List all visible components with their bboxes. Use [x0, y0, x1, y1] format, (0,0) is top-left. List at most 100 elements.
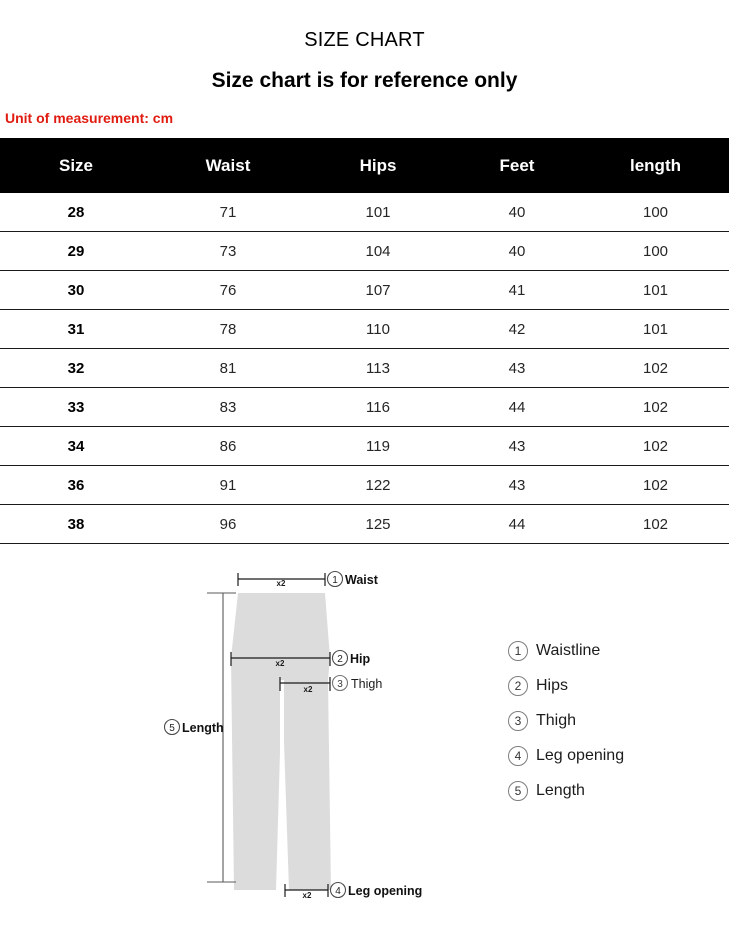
circled-number-3-icon: 3 — [508, 710, 528, 731]
callout-leg-opening: 4 Leg opening — [329, 881, 422, 899]
page-title: SIZE CHART — [304, 29, 425, 51]
circled-number-4-icon: 4 — [508, 745, 528, 766]
cell-feet: 44 — [452, 504, 582, 544]
cell-size: 31 — [0, 309, 152, 349]
cell-hips: 116 — [304, 387, 452, 427]
callout-length: 5 Length — [163, 718, 224, 736]
cell-waist: 81 — [152, 348, 304, 388]
table-row: 33 83 116 44 102 — [0, 387, 729, 427]
svg-text:5: 5 — [169, 723, 175, 734]
cell-hips: 125 — [304, 504, 452, 544]
legend-item-length: 5 Length — [508, 773, 718, 808]
cell-length: 100 — [582, 231, 729, 271]
legend-item-hips: 2 Hips — [508, 668, 718, 703]
svg-text:Leg opening: Leg opening — [348, 884, 422, 898]
cell-size: 32 — [0, 348, 152, 388]
cell-hips: 122 — [304, 465, 452, 505]
leg-opening-multiplier-label: x2 — [303, 891, 312, 900]
legend-item-leg-opening: 4 Leg opening — [508, 738, 718, 773]
table-row: 28 71 101 40 100 — [0, 193, 729, 232]
cell-length: 102 — [582, 465, 729, 505]
legend-item-waistline: 1 Waistline — [508, 633, 718, 668]
cell-feet: 41 — [452, 270, 582, 310]
table-row: 34 86 119 43 102 — [0, 426, 729, 466]
unit-of-measurement-note: Unit of measurement: cm — [5, 110, 174, 126]
column-header-size: Size — [0, 138, 152, 193]
column-header-length: length — [582, 138, 729, 193]
circled-number-5-icon: 5 — [508, 780, 528, 801]
cell-feet: 43 — [452, 465, 582, 505]
legend-item-label: Length — [536, 781, 585, 799]
cell-feet: 40 — [452, 231, 582, 271]
table-header-row: Size Waist Hips Feet length — [0, 138, 729, 193]
table-row: 29 73 104 40 100 — [0, 231, 729, 271]
cell-hips: 107 — [304, 270, 452, 310]
cell-hips: 110 — [304, 309, 452, 349]
cell-waist: 83 — [152, 387, 304, 427]
callout-thigh: 3 Thigh — [331, 674, 382, 692]
circled-number-1-icon: 1 — [508, 640, 528, 661]
cell-waist: 76 — [152, 270, 304, 310]
table-row: 31 78 110 42 101 — [0, 309, 729, 349]
cell-length: 101 — [582, 309, 729, 349]
table-header: Size Waist Hips Feet length — [0, 138, 729, 193]
legend-item-thigh: 3 Thigh — [508, 703, 718, 738]
legend-item-label: Thigh — [536, 711, 577, 729]
cell-size: 34 — [0, 426, 152, 466]
svg-text:Length: Length — [182, 721, 224, 735]
cell-waist: 78 — [152, 309, 304, 349]
legend-item-label: Waistline — [536, 641, 601, 659]
column-header-waist: Waist — [152, 138, 304, 193]
cell-waist: 91 — [152, 465, 304, 505]
measurement-legend: 1 Waistline 2 Hips 3 Thigh 4 Leg opening… — [508, 633, 718, 808]
callout-waist: 1 Waist — [326, 570, 379, 588]
cell-feet: 44 — [452, 387, 582, 427]
callout-hip: 2 Hip — [331, 649, 371, 667]
svg-text:3: 3 — [337, 679, 343, 690]
waist-multiplier-label: x2 — [277, 579, 286, 588]
cell-hips: 119 — [304, 426, 452, 466]
cell-size: 38 — [0, 504, 152, 544]
cell-size: 28 — [0, 193, 152, 232]
table-row: 30 76 107 41 101 — [0, 270, 729, 310]
column-header-hips: Hips — [304, 138, 452, 193]
svg-text:2: 2 — [337, 654, 343, 665]
length-dimension-line — [207, 592, 236, 883]
cell-waist: 71 — [152, 193, 304, 232]
cell-size: 30 — [0, 270, 152, 310]
table-row: 36 91 122 43 102 — [0, 465, 729, 505]
trousers-illustration — [231, 593, 331, 891]
circled-number-2-icon: 2 — [508, 675, 528, 696]
cell-feet: 42 — [452, 309, 582, 349]
cell-length: 100 — [582, 193, 729, 232]
table-body: 28 71 101 40 100 29 73 104 40 100 30 76 … — [0, 193, 729, 544]
cell-size: 33 — [0, 387, 152, 427]
thigh-multiplier-label: x2 — [304, 685, 313, 694]
cell-waist: 73 — [152, 231, 304, 271]
cell-length: 101 — [582, 270, 729, 310]
cell-hips: 101 — [304, 193, 452, 232]
cell-hips: 113 — [304, 348, 452, 388]
cell-length: 102 — [582, 504, 729, 544]
cell-size: 29 — [0, 231, 152, 271]
cell-waist: 96 — [152, 504, 304, 544]
svg-text:Hip: Hip — [350, 652, 371, 666]
cell-length: 102 — [582, 348, 729, 388]
size-chart-table: Size Waist Hips Feet length 28 71 101 40… — [0, 138, 729, 544]
cell-feet: 43 — [452, 348, 582, 388]
column-header-feet: Feet — [452, 138, 582, 193]
table-row: 38 96 125 44 102 — [0, 504, 729, 544]
cell-feet: 43 — [452, 426, 582, 466]
svg-text:Thigh: Thigh — [351, 677, 382, 691]
hip-multiplier-label: x2 — [276, 659, 285, 668]
cell-length: 102 — [582, 387, 729, 427]
page-subtitle: Size chart is for reference only — [211, 69, 518, 92]
table-row: 32 81 113 43 102 — [0, 348, 729, 388]
cell-hips: 104 — [304, 231, 452, 271]
legend-item-label: Hips — [536, 676, 569, 694]
cell-waist: 86 — [152, 426, 304, 466]
legend-item-label: Leg opening — [536, 746, 625, 764]
cell-feet: 40 — [452, 193, 582, 232]
cell-size: 36 — [0, 465, 152, 505]
svg-text:4: 4 — [335, 886, 341, 897]
